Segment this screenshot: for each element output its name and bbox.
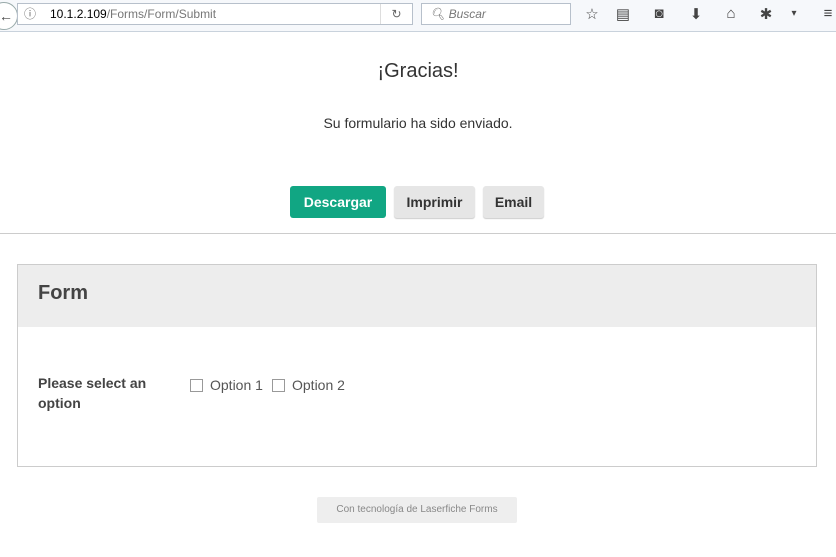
form-title: Form — [18, 265, 816, 327]
divider — [0, 233, 836, 234]
browser-toolbar: ← ⓘ 10.1.2.109/Forms/Form/Submit ↻ 🔍︎ Bu… — [0, 0, 836, 32]
checkbox[interactable] — [272, 378, 285, 392]
extension-icon[interactable]: ✱ — [756, 5, 776, 23]
reading-list-icon[interactable]: ▤ — [613, 5, 633, 23]
email-button[interactable]: Email — [483, 186, 544, 218]
url-bar[interactable]: ⓘ 10.1.2.109/Forms/Form/Submit ↻ — [17, 3, 413, 25]
search-input[interactable]: 🔍︎ Buscar — [421, 3, 571, 25]
back-button[interactable]: ← — [0, 2, 18, 30]
checkbox[interactable] — [190, 378, 203, 392]
home-icon[interactable]: ⌂ — [721, 5, 741, 22]
option-label: Option 2 — [292, 377, 345, 393]
pocket-icon[interactable]: ◙ — [649, 5, 669, 22]
form-panel: Form Please select an option Option 1 Op… — [17, 264, 817, 467]
info-icon[interactable]: ⓘ — [24, 4, 36, 24]
bookmark-star-icon[interactable]: ☆ — [582, 5, 602, 23]
url-text: 10.1.2.109/Forms/Form/Submit — [50, 4, 216, 24]
option-1-checkbox[interactable]: Option 1 — [190, 377, 263, 393]
page-title: ¡Gracias! — [377, 60, 459, 82]
menu-icon[interactable]: ≡ — [818, 5, 836, 22]
powered-by-footer[interactable]: Con tecnología de Laserfiche Forms — [317, 497, 517, 523]
print-button[interactable]: Imprimir — [394, 186, 475, 218]
reload-icon[interactable]: ↻ — [380, 4, 412, 24]
option-label: Option 1 — [210, 377, 263, 393]
url-path: /Forms/Form/Submit — [106, 7, 217, 21]
url-host: 10.1.2.109 — [50, 7, 107, 21]
option-2-checkbox[interactable]: Option 2 — [272, 377, 345, 393]
confirmation-message: Su formulario ha sido enviado. — [323, 115, 513, 131]
download-button[interactable]: Descargar — [290, 186, 386, 218]
download-icon[interactable]: ⬇ — [686, 5, 706, 23]
search-placeholder: Buscar — [448, 7, 486, 21]
field-label: Please select an option — [38, 375, 147, 411]
chevron-down-icon[interactable]: ▾ — [784, 8, 804, 19]
